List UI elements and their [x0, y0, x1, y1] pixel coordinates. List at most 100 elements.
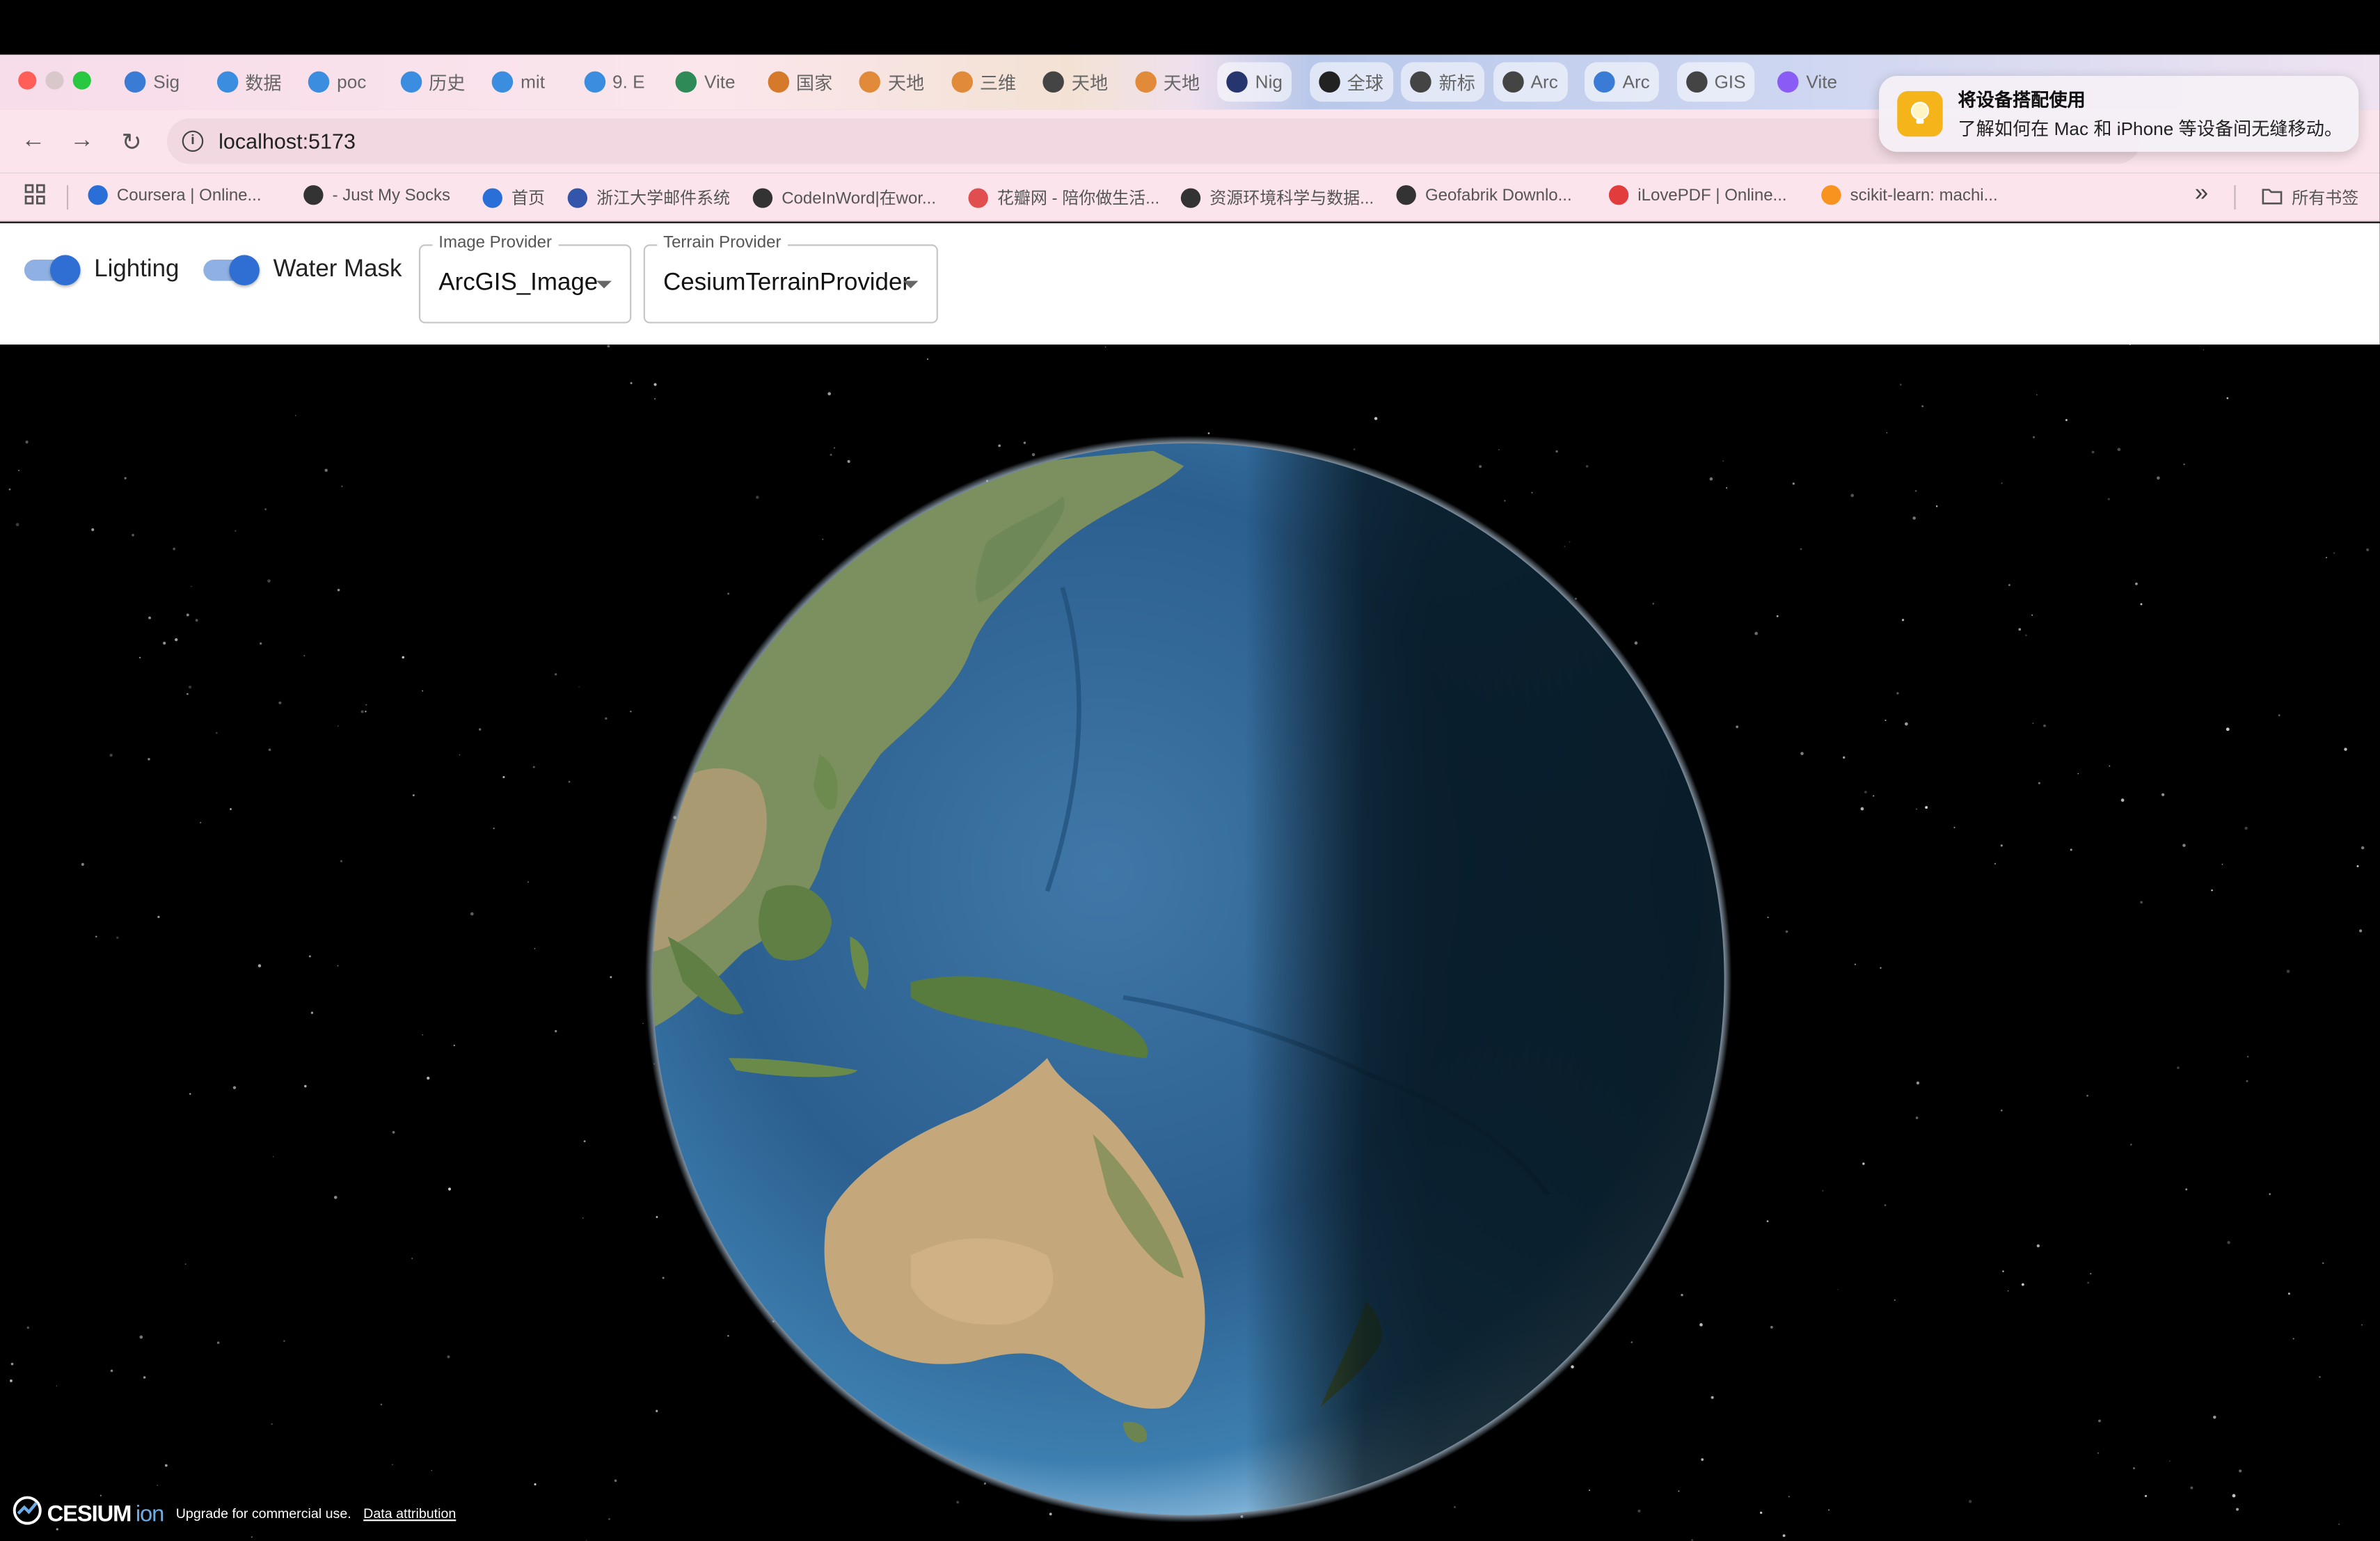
browser-tab[interactable]: 历史	[391, 62, 475, 102]
more-bookmarks-icon[interactable]: »	[2195, 181, 2208, 208]
bookmark-item[interactable]: 花瓣网 - 陪你做生活...	[968, 185, 1159, 210]
star	[1770, 1325, 1773, 1329]
site-info-icon[interactable]: i	[182, 130, 204, 152]
apps-grid-icon[interactable]	[24, 184, 46, 210]
folder-icon	[2262, 186, 2283, 209]
star	[195, 619, 198, 622]
browser-tab[interactable]: 9. E	[575, 62, 654, 102]
bookmark-item[interactable]: 资源环境科学与数据...	[1180, 185, 1374, 210]
lighting-switch-track[interactable]	[24, 255, 81, 286]
browser-tab[interactable]: Vite	[1768, 62, 1846, 102]
star	[2232, 1494, 2236, 1498]
star	[583, 1140, 586, 1143]
star	[427, 1076, 430, 1080]
browser-tab[interactable]: 天地	[850, 62, 933, 102]
browser-tab[interactable]: Arc	[1493, 62, 1567, 102]
star	[2344, 748, 2347, 751]
star	[534, 948, 536, 949]
terrain-provider-select[interactable]: Terrain Provider CesiumTerrainProvider	[643, 233, 938, 324]
tab-label: Vite	[704, 71, 736, 93]
bookmark-item[interactable]: 浙江大学邮件系统	[567, 185, 730, 210]
star	[163, 642, 166, 645]
water-mask-toggle[interactable]: Water Mask	[203, 255, 402, 286]
bookmark-item[interactable]: scikit-learn: machi...	[1821, 185, 1998, 205]
browser-tab[interactable]: 数据	[207, 62, 291, 102]
address-bar[interactable]: i localhost:5173	[166, 118, 2141, 164]
browser-tab[interactable]: poc	[299, 62, 376, 102]
star	[2002, 1270, 2004, 1272]
image-provider-select[interactable]: Image Provider ArcGIS_Image	[418, 233, 632, 324]
notification-toast[interactable]: 将设备搭配使用 了解如何在 Mac 和 iPhone 等设备间无缝移动。	[1879, 76, 2359, 152]
star	[422, 690, 424, 692]
star	[1678, 1490, 1680, 1492]
star	[1531, 491, 1533, 493]
bookmark-item[interactable]: - Just My Socks	[303, 185, 450, 205]
bookmark-item[interactable]: Geofabrik Downlo...	[1396, 185, 1572, 205]
bookmark-item[interactable]: iLovePDF | Online...	[1608, 185, 1787, 205]
star	[662, 1277, 665, 1279]
cesium-ion-logo[interactable]: CESIUM ion	[12, 1495, 164, 1531]
data-attribution-link[interactable]: Data attribution	[363, 1506, 456, 1522]
reload-icon[interactable]: ↻	[121, 127, 141, 158]
star	[1564, 546, 1566, 547]
browser-tab[interactable]: 国家	[758, 62, 841, 102]
maximize-window-button[interactable]	[72, 71, 91, 90]
tab-favicon-icon	[859, 71, 880, 93]
star	[2008, 584, 2010, 586]
browser-tab[interactable]: 三维	[942, 62, 1025, 102]
star	[1571, 1365, 1574, 1369]
browser-tab[interactable]: 天地	[1125, 62, 1209, 102]
tab-favicon-icon	[399, 71, 422, 93]
star	[200, 822, 201, 823]
image-provider-dropdown-icon[interactable]	[596, 280, 612, 289]
browser-tab[interactable]: 新标	[1401, 62, 1485, 102]
star	[148, 757, 150, 761]
star	[15, 523, 19, 527]
back-arrow-icon[interactable]: ←	[22, 127, 46, 155]
cesium-viewer[interactable]: CESIUM ion Upgrade for commercial use. D…	[0, 345, 2380, 1541]
water-mask-switch-track[interactable]	[203, 255, 260, 286]
bookmark-divider	[66, 185, 69, 210]
bookmark-item[interactable]: 首页	[482, 185, 545, 210]
bookmark-label: - Just My Socks	[332, 186, 450, 205]
star	[2287, 1293, 2290, 1295]
star	[2269, 1193, 2271, 1195]
tab-label: Arc	[1622, 71, 1650, 93]
star	[2366, 548, 2370, 551]
bookmark-item[interactable]: CodeInWord|在wor...	[752, 185, 936, 210]
water-mask-switch-thumb[interactable]	[229, 255, 260, 286]
bookmark-favicon-icon	[752, 187, 773, 207]
star	[998, 444, 1001, 448]
browser-tab[interactable]: mit	[483, 62, 555, 102]
screen-top-bar	[0, 0, 2380, 55]
star	[1726, 487, 1728, 489]
star	[2292, 1338, 2294, 1340]
star	[2077, 773, 2079, 775]
star	[1776, 615, 1779, 617]
globe-canvas[interactable]	[0, 345, 2380, 1541]
star	[2130, 1144, 2132, 1146]
star	[1862, 1162, 1865, 1165]
star	[2144, 1494, 2148, 1497]
star	[1896, 692, 1899, 695]
lighting-toggle[interactable]: Lighting	[24, 255, 180, 286]
star	[956, 1501, 960, 1504]
browser-tab[interactable]: Sig	[116, 62, 189, 102]
browser-tab[interactable]: 天地	[1033, 62, 1117, 102]
star	[110, 1369, 113, 1373]
minimize-window-button[interactable]	[45, 71, 64, 90]
terrain-provider-dropdown-icon[interactable]	[903, 280, 919, 289]
browser-tab[interactable]: GIS	[1676, 62, 1755, 102]
bookmark-item[interactable]: Coursera | Online...	[88, 185, 262, 205]
browser-tab[interactable]: Nig	[1217, 62, 1292, 102]
browser-tab[interactable]: Arc	[1584, 62, 1659, 102]
star	[2161, 793, 2165, 796]
star	[422, 1034, 424, 1036]
forward-arrow-icon[interactable]: →	[70, 127, 94, 155]
close-window-button[interactable]	[18, 71, 37, 90]
all-bookmarks-button[interactable]: 所有书签	[2262, 185, 2358, 210]
browser-tab[interactable]: Vite	[666, 62, 744, 102]
browser-tab[interactable]: 全球	[1309, 62, 1393, 102]
lighting-switch-thumb[interactable]	[49, 255, 81, 286]
star	[2043, 724, 2046, 727]
